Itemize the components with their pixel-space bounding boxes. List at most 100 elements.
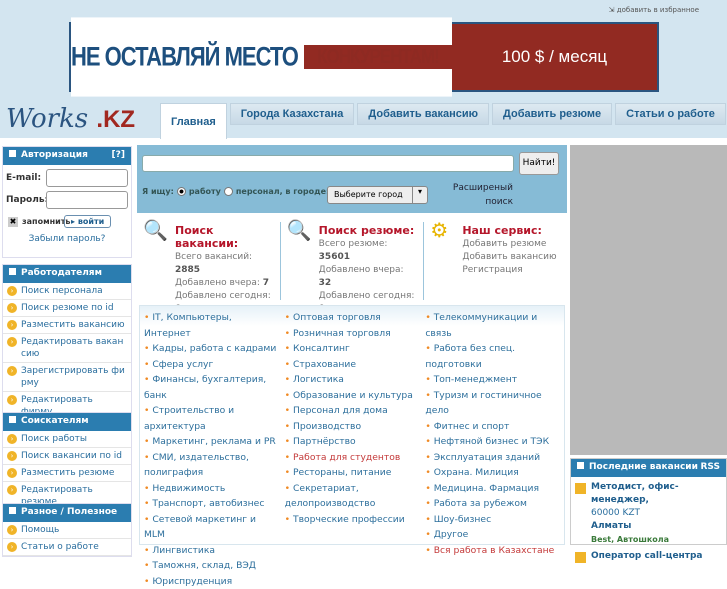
category-link[interactable]: Туризм и гостиничное дело bbox=[425, 388, 560, 419]
remember-checkbox[interactable]: ✖ bbox=[8, 217, 18, 227]
category-link[interactable]: Партнёрство bbox=[285, 434, 420, 450]
category-link[interactable]: Сфера услуг bbox=[144, 357, 279, 373]
category-link[interactable]: Таможня, склад, ВЭД bbox=[144, 558, 279, 574]
category-column: IT, Компьютеры, ИнтернетКадры, работа с … bbox=[144, 310, 285, 540]
category-link[interactable]: Маркетинг, реклама и PR bbox=[144, 434, 279, 450]
menu-item-post-resume[interactable]: ›Разместить резюме bbox=[3, 465, 131, 482]
stat-label: Добавлено сегодня: bbox=[175, 290, 274, 303]
misc-title: Разное / Полезное bbox=[21, 507, 117, 517]
tab-articles[interactable]: Статьи о работе bbox=[615, 103, 726, 125]
remember-label: запомнить bbox=[22, 217, 60, 226]
tab-add-resume[interactable]: Добавить резюме bbox=[492, 103, 612, 125]
email-label: E-mail: bbox=[6, 173, 42, 183]
category-link[interactable]: Юриспруденция bbox=[144, 574, 279, 589]
service-links: ⚙ Наш сервис: Добавить резюме Добавить в… bbox=[424, 222, 567, 300]
category-link[interactable]: Недвижимость bbox=[144, 481, 279, 497]
vacancy-title[interactable]: Оператор call-центра bbox=[591, 550, 703, 563]
category-link[interactable]: Консалтинг bbox=[285, 341, 420, 357]
search-input[interactable] bbox=[142, 155, 514, 172]
category-link[interactable]: Нефтяной бизнес и ТЭК bbox=[425, 434, 560, 450]
category-link[interactable]: Творческие профессии bbox=[285, 512, 420, 528]
latest-title: Последние вакансии bbox=[589, 462, 698, 472]
category-link[interactable]: Образование и культура bbox=[285, 388, 420, 404]
resume-search-link[interactable]: Поиск резюме: bbox=[319, 224, 418, 237]
password-field[interactable] bbox=[46, 191, 128, 209]
category-link[interactable]: Охрана. Милиция bbox=[425, 465, 560, 481]
vacancy-item[interactable]: Методист, офис-менеджер, 60000 KZT Алмат… bbox=[571, 477, 726, 550]
menu-item-edit-vacancy[interactable]: ›Редактировать вакансию bbox=[3, 334, 131, 363]
menu-item-search-staff[interactable]: ›Поиск персонала bbox=[3, 283, 131, 300]
category-link[interactable]: Рестораны, питание bbox=[285, 465, 420, 481]
category-link[interactable]: Транспорт, автобизнес bbox=[144, 496, 279, 512]
add-vacancy-link[interactable]: Добавить вакансию bbox=[462, 251, 556, 264]
category-link[interactable]: Работа без спец. подготовки bbox=[425, 341, 560, 372]
category-link[interactable]: Розничная торговля bbox=[285, 326, 420, 342]
menu-item-search-job[interactable]: ›Поиск работы bbox=[3, 431, 131, 448]
menu-item-label: Зарегистрировать фирму bbox=[21, 365, 127, 389]
menu-item-articles[interactable]: ›Статьи о работе bbox=[3, 539, 131, 556]
resumes-yesterday: 32 bbox=[319, 278, 332, 288]
menu-item-label: Разместить резюме bbox=[21, 467, 114, 479]
vacancy-title[interactable]: Методист, офис-менеджер, bbox=[591, 481, 722, 507]
add-favorite-link[interactable]: ⇲ добавить в избранное bbox=[609, 6, 699, 14]
menu-item-help[interactable]: ›Помощь bbox=[3, 522, 131, 539]
main-nav: Главная Города Казахстана Добавить вакан… bbox=[160, 103, 726, 139]
category-link[interactable]: Строительство и архитектура bbox=[144, 403, 279, 434]
category-link[interactable]: Медицина. Фармация bbox=[425, 481, 560, 497]
arrow-icon: › bbox=[7, 485, 17, 495]
menu-item-label: Разместить вакансию bbox=[21, 319, 125, 331]
category-link[interactable]: Шоу-бизнес bbox=[425, 512, 560, 528]
category-link[interactable]: Телекоммуникации и связь bbox=[425, 310, 560, 341]
tab-cities[interactable]: Города Казахстана bbox=[230, 103, 355, 125]
email-field[interactable] bbox=[46, 169, 128, 187]
menu-item-post-vacancy[interactable]: ›Разместить вакансию bbox=[3, 317, 131, 334]
stat-label: Всего резюме: bbox=[319, 239, 388, 249]
logo[interactable]: Works .KZ bbox=[6, 104, 135, 134]
category-link[interactable]: Эксплуатация зданий bbox=[425, 450, 560, 466]
menu-item-register-firm[interactable]: ›Зарегистрировать фирму bbox=[3, 363, 131, 392]
rss-link[interactable]: RSS bbox=[701, 462, 721, 474]
category-link[interactable]: Работа для студентов bbox=[285, 450, 420, 466]
radio-work[interactable] bbox=[177, 187, 186, 196]
tab-add-vacancy[interactable]: Добавить вакансию bbox=[357, 103, 489, 125]
login-button[interactable]: ▸ войти bbox=[64, 215, 111, 228]
help-link[interactable]: [?] bbox=[112, 150, 125, 162]
register-link[interactable]: Регистрация bbox=[462, 264, 556, 277]
employers-panel: Работодателям ›Поиск персонала ›Поиск ре… bbox=[2, 264, 132, 422]
category-link[interactable]: Логистика bbox=[285, 372, 420, 388]
category-link[interactable]: Финансы, бухгалтерия, банк bbox=[144, 372, 279, 403]
city-select[interactable]: Выберите город bbox=[327, 186, 428, 204]
category-link[interactable]: Сетевой маркетинг и MLM bbox=[144, 512, 279, 543]
category-link[interactable]: Оптовая торговля bbox=[285, 310, 420, 326]
category-link[interactable]: Кадры, работа с кадрами bbox=[144, 341, 279, 357]
menu-item-label: Помощь bbox=[21, 524, 59, 536]
arrow-icon bbox=[575, 483, 586, 494]
category-link[interactable]: Фитнес и спорт bbox=[425, 419, 560, 435]
radio-staff[interactable] bbox=[224, 187, 233, 196]
category-link[interactable]: Производство bbox=[285, 419, 420, 435]
radio-staff-label: персонал, в городе: bbox=[236, 187, 329, 196]
forgot-password-link[interactable]: Забыли пароль? bbox=[3, 232, 131, 244]
add-resume-link[interactable]: Добавить резюме bbox=[462, 238, 556, 251]
category-link[interactable]: Работа за рубежом bbox=[425, 496, 560, 512]
logo-text: Works bbox=[6, 104, 88, 134]
category-link[interactable]: Страхование bbox=[285, 357, 420, 373]
search-button[interactable]: Найти! bbox=[519, 152, 559, 175]
category-link[interactable]: Топ-менеджмент bbox=[425, 372, 560, 388]
login-label: войти bbox=[78, 217, 104, 226]
tab-home[interactable]: Главная bbox=[160, 103, 227, 139]
category-link[interactable]: Секретариат, делопроизводство bbox=[285, 481, 420, 512]
menu-item-label: Поиск работы bbox=[21, 433, 87, 445]
total-vacancies: 2885 bbox=[175, 265, 200, 275]
category-link[interactable]: Другое bbox=[425, 527, 560, 543]
menu-item-resume-by-id[interactable]: ›Поиск резюме по id bbox=[3, 300, 131, 317]
category-link[interactable]: СМИ, издательство, полиграфия bbox=[144, 450, 279, 481]
advanced-search-link[interactable]: Расширеный поиск bbox=[433, 181, 513, 209]
ad-banner[interactable]: НЕ ОСТАВЛЯЙ МЕСТОКОНКУРЕНТАМ! 100 $ / ме… bbox=[69, 22, 659, 92]
category-link[interactable]: IT, Компьютеры, Интернет bbox=[144, 310, 279, 341]
arrow-icon: › bbox=[7, 303, 17, 313]
vacancy-item[interactable]: Оператор call-центра bbox=[571, 550, 726, 567]
category-link[interactable]: Персонал для дома bbox=[285, 403, 420, 419]
vacancy-search-link[interactable]: Поиск вакансии: bbox=[175, 224, 274, 250]
menu-item-vacancy-by-id[interactable]: ›Поиск вакансии по id bbox=[3, 448, 131, 465]
